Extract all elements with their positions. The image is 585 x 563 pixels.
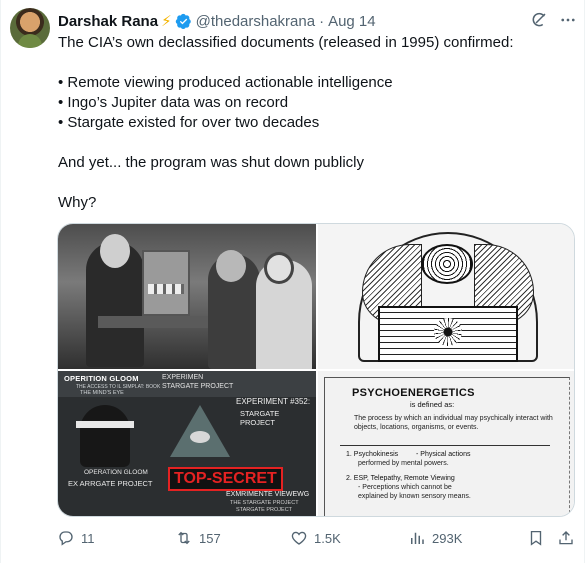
media-grid: OPERITION GLOOM THE ACCESS TO IL SIMPLAT… (57, 223, 575, 517)
reply-button[interactable]: 11 (57, 527, 95, 549)
collage-text: THE MIND'S EYE (80, 390, 124, 396)
collage-text: OPERATION GLOOM (84, 469, 148, 476)
engraving-star (434, 318, 462, 346)
tweet-line-blank (58, 173, 578, 193)
photo-document[interactable]: PSYCHOENERGETICS is defined as: The proc… (318, 371, 574, 516)
reply-icon (59, 531, 73, 546)
document-text: - Perceptions which cannot be (358, 484, 452, 491)
document-text: is defined as: (410, 400, 455, 409)
separator-dot: · (319, 12, 325, 30)
share-button[interactable] (557, 527, 581, 549)
bookmark-icon (530, 530, 542, 546)
views-button[interactable]: 293K (408, 527, 462, 549)
like-button[interactable]: 1.5K (290, 527, 341, 549)
tweet-line: • Stargate existed for over two decades (58, 114, 320, 131)
engraving-disc (421, 244, 473, 284)
like-count: 1.5K (314, 530, 341, 546)
zener-cards (148, 284, 184, 294)
tweet-line: Why? (58, 194, 97, 211)
collage-text: OPERITION GLOOM (64, 374, 139, 383)
tweet-text: The CIA’s own declassified documents (re… (58, 33, 578, 213)
lightning-emoji: ⚡ (161, 13, 172, 30)
tweet-line-blank (58, 53, 578, 73)
tweet-line-blank (58, 133, 578, 153)
photo-vintage-experiment[interactable] (58, 224, 316, 369)
bookmark-button[interactable] (527, 527, 551, 549)
document-rule (340, 445, 550, 446)
eye-symbol (190, 431, 210, 443)
photo-engraving[interactable] (318, 224, 574, 369)
views-count: 293K (432, 530, 463, 546)
views-icon (411, 532, 424, 544)
collage-text: THE STARGATE PROJECT (230, 500, 299, 506)
reply-count: 11 (81, 530, 95, 546)
collage-text: EXMRIMENTE VIEWEWG (226, 491, 310, 498)
action-bar: 11 157 1.5K 293K (57, 527, 577, 549)
tweet-line: And yet... the program was shut down pub… (58, 154, 364, 171)
collage-text: EXPERIMENT #352: (236, 397, 311, 406)
share-icon (559, 531, 573, 545)
hat-figure (80, 405, 130, 467)
collage-text: STARGATE PROJECT (162, 383, 234, 390)
grok-icon[interactable] (530, 11, 548, 29)
author-name[interactable]: Darshak Rana (58, 13, 158, 30)
author-handle[interactable]: @thedarshakrana (196, 13, 315, 30)
tweet-line: • Ingo’s Jupiter data was on record (58, 94, 289, 111)
document-text: performed by mental powers. (358, 460, 449, 467)
collage-text: EXPERIMEN (162, 374, 204, 381)
woman-head-left (216, 250, 246, 282)
woman-head-right (264, 252, 294, 284)
document-item-label: 1. Psychokinesis (346, 451, 399, 458)
tweet-line: • Remote viewing produced actionable int… (58, 74, 393, 91)
tweet-card[interactable]: Darshak Rana ⚡ @thedarshakrana · Aug 14 … (0, 0, 585, 563)
man-head (100, 234, 130, 268)
retweet-icon (178, 531, 190, 545)
tweet-date[interactable]: Aug 14 (328, 13, 376, 30)
document-title: PSYCHOENERGETICS (352, 387, 475, 399)
document-text: The process by which an individual may p… (354, 415, 553, 431)
avatar[interactable] (10, 8, 50, 48)
collage-text: STARGATE PROJECT (236, 507, 293, 513)
screen-board (142, 250, 190, 316)
document-text: explained by known sensory means. (358, 493, 471, 500)
heart-icon (291, 531, 307, 545)
verified-badge-icon[interactable] (175, 13, 192, 30)
top-secret-stamp: TOP-SECRET (168, 467, 283, 491)
collage-text: EX ARRGATE PROJECT (68, 479, 153, 488)
tweet-line: The CIA’s own declassified documents (re… (58, 34, 514, 51)
document-text: - Physical actions (416, 451, 471, 458)
retweet-count: 157 (199, 530, 221, 546)
more-options-icon[interactable] (559, 11, 577, 29)
collage-text: STARGATE PROJECT (240, 409, 280, 427)
tweet-header: Darshak Rana ⚡ @thedarshakrana · Aug 14 (58, 11, 376, 31)
document-item-label: 2. ESP, Telepathy, Remote Viewing (346, 475, 455, 482)
photo-stargate-collage[interactable]: OPERITION GLOOM THE ACCESS TO IL SIMPLAT… (58, 371, 316, 516)
blindfold-band (76, 421, 134, 428)
retweet-button[interactable]: 157 (175, 527, 221, 549)
